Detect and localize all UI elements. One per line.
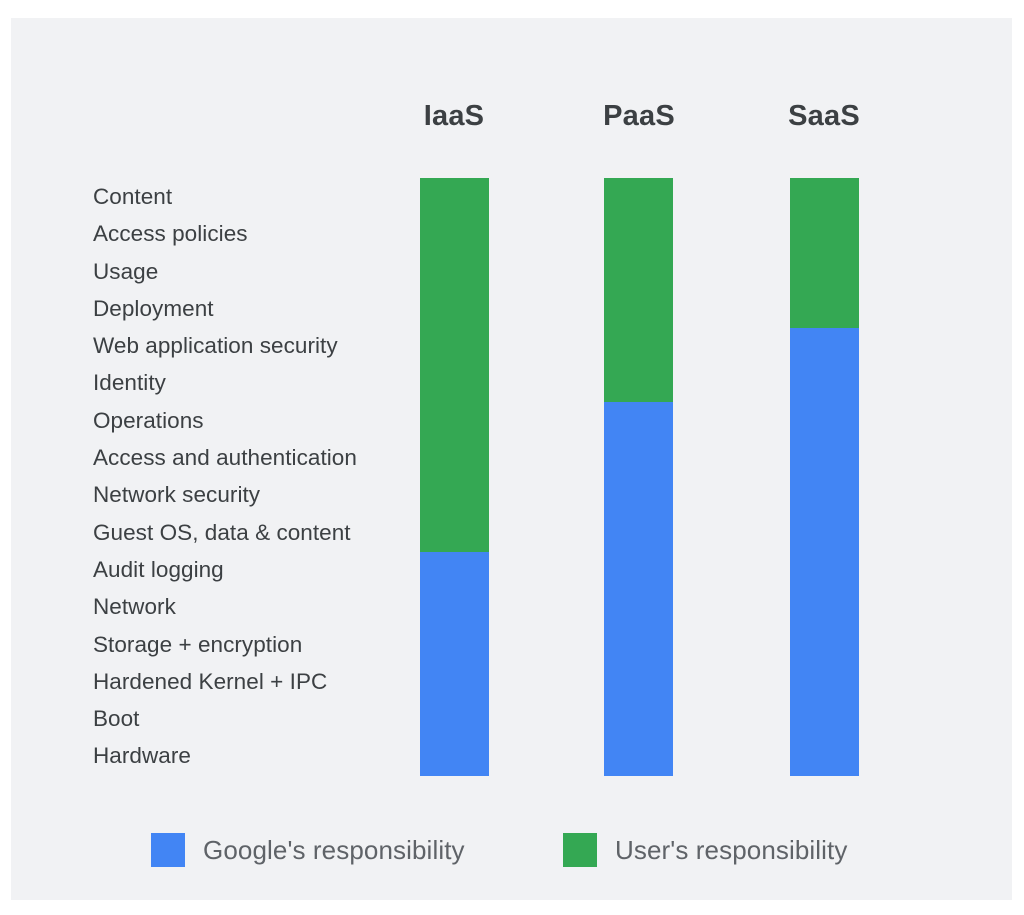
row-label-list: Content Access policies Usage Deployment… [93,178,403,775]
row-label: Network security [93,482,261,508]
chart-panel: IaaS PaaS SaaS Content Access policies U… [11,18,1012,900]
column-header-iaas: IaaS [423,100,485,132]
chart-legend: Google's responsibility User's responsib… [151,830,911,870]
bar-segment-google [790,327,859,776]
legend-label: User's responsibility [615,835,848,865]
bar-segment-user [420,178,489,552]
bar-segment-google [420,551,489,776]
stacked-bar-saas [790,178,859,776]
column-header-paas: PaaS [603,100,675,132]
row-label: Boot [93,706,140,732]
legend-item-user: User's responsibility [563,830,847,870]
legend-label: Google's responsibility [203,835,465,865]
row-label: Hardened Kernel + IPC [93,668,328,694]
column-header-saas: SaaS [788,100,860,132]
row-label: Identity [93,370,166,396]
row-label: Guest OS, data & content [93,519,351,545]
chart-canvas: IaaS PaaS SaaS Content Access policies U… [0,0,1024,915]
row-label: Hardware [93,743,191,769]
legend-swatch-blue-icon [151,833,185,867]
row-label: Access policies [93,221,248,247]
row-label: Network [93,594,176,620]
bar-segment-user [790,178,859,328]
legend-item-google: Google's responsibility [151,830,465,870]
bar-segment-google [604,402,673,776]
stacked-bar-iaas [420,178,489,776]
bar-segment-user [604,178,673,403]
row-label: Usage [93,258,159,284]
row-label: Audit logging [93,556,224,582]
row-label: Web application security [93,333,338,359]
row-label: Deployment [93,295,214,321]
row-label: Operations [93,407,204,433]
row-label: Storage + encryption [93,631,303,657]
row-label: Content [93,184,173,209]
row-label: Access and authentication [93,445,357,471]
stacked-bar-paas [604,178,673,776]
legend-swatch-green-icon [563,833,597,867]
